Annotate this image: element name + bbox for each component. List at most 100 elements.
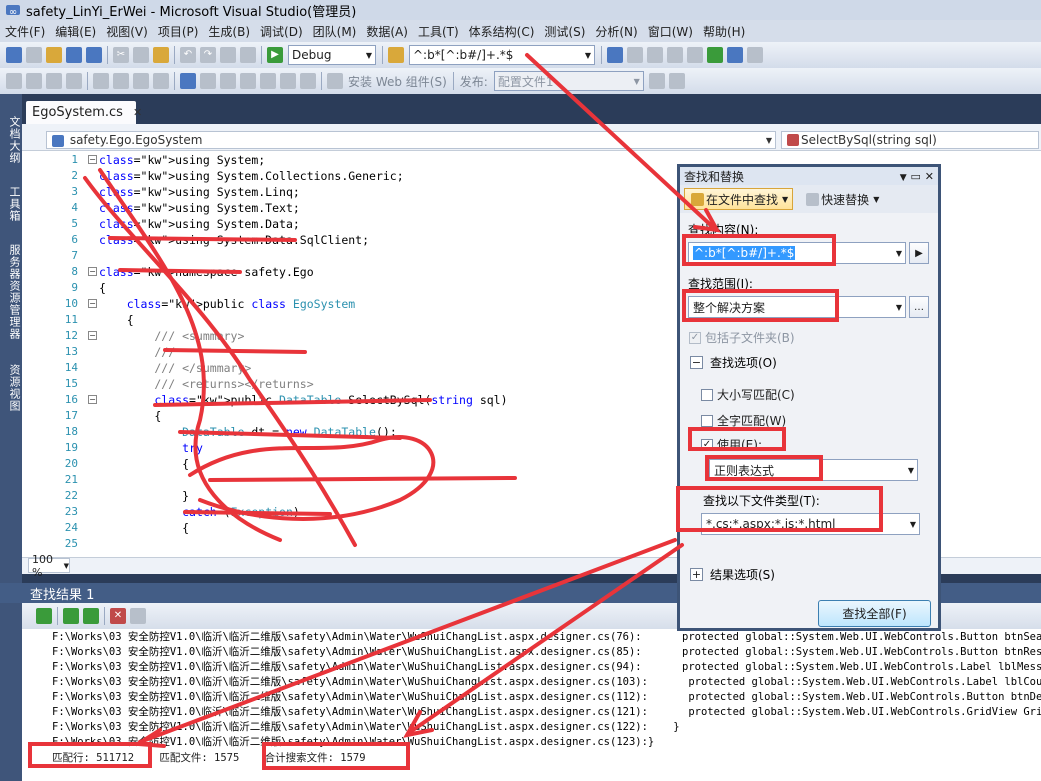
- fold-toggle[interactable]: −: [88, 299, 97, 308]
- outdent-icon[interactable]: [93, 73, 109, 89]
- save-icon[interactable]: [66, 47, 82, 63]
- find-in-files-icon[interactable]: [388, 47, 404, 63]
- use-checkbox[interactable]: ✓ 使用(E):: [701, 436, 762, 453]
- find-what-input[interactable]: ^:b*[^:b#/]+.*$ ▼: [688, 242, 906, 264]
- collapse-find-options-button[interactable]: −: [690, 356, 703, 369]
- use-type-select[interactable]: 正则表达式 ▼: [709, 459, 918, 481]
- copy-icon[interactable]: [133, 47, 149, 63]
- navigate-forward-icon[interactable]: [240, 47, 256, 63]
- format-icon[interactable]: [26, 73, 42, 89]
- tab-egosystem[interactable]: EgoSystem.cs ✕: [26, 101, 142, 124]
- result-line[interactable]: F:\Works\03 安全防控V1.0\临沂\临沂二维版\safety\Adm…: [52, 705, 648, 720]
- menu-file[interactable]: 文件(F): [0, 23, 50, 40]
- bookmark-clear-icon[interactable]: [240, 73, 256, 89]
- object-browser-icon[interactable]: [647, 47, 663, 63]
- bookmark-next-icon[interactable]: [220, 73, 236, 89]
- menu-debug[interactable]: 调试(D): [255, 23, 308, 40]
- find-all-button[interactable]: 查找全部(F): [818, 600, 931, 627]
- bookmark-prev-icon[interactable]: [200, 73, 216, 89]
- publish-icon[interactable]: [648, 73, 665, 89]
- start-debugging-icon[interactable]: ▶: [267, 47, 283, 63]
- menu-window[interactable]: 窗口(W): [643, 23, 698, 40]
- clear-all-icon[interactable]: ✕: [110, 608, 126, 624]
- menu-architecture[interactable]: 体系结构(C): [464, 23, 540, 40]
- tab-quick-replace[interactable]: 快速替换 ▼: [799, 188, 884, 210]
- browse-folders-button[interactable]: …: [909, 296, 929, 318]
- result-line[interactable]: F:\Works\03 安全防控V1.0\临沂\临沂二维版\safety\Adm…: [52, 675, 648, 690]
- menu-test[interactable]: 测试(S): [539, 23, 590, 40]
- result-line[interactable]: F:\Works\03 安全防控V1.0\临沂\临沂二维版\safety\Adm…: [52, 720, 680, 735]
- uncomment-icon[interactable]: [153, 73, 169, 89]
- paste-icon[interactable]: [153, 47, 169, 63]
- undo-icon[interactable]: ↶: [180, 47, 196, 63]
- menu-tools[interactable]: 工具(T): [413, 23, 464, 40]
- class-navigation-select[interactable]: safety.Ego.EgoSystem ▼: [46, 131, 776, 149]
- bookmark-icon[interactable]: [280, 73, 296, 89]
- format-icon[interactable]: [6, 73, 22, 89]
- next-result-icon[interactable]: [83, 608, 99, 624]
- goto-location-icon[interactable]: [36, 608, 52, 624]
- navigate-back-icon[interactable]: [220, 47, 236, 63]
- tab-find-in-files[interactable]: 在文件中查找 ▼: [684, 188, 794, 210]
- look-in-select[interactable]: 整个解决方案 ▼: [688, 296, 906, 318]
- previous-result-icon[interactable]: [63, 608, 79, 624]
- member-navigation-select[interactable]: SelectBySql(string sql): [781, 131, 1039, 149]
- fold-toggle[interactable]: −: [88, 395, 97, 404]
- menu-data[interactable]: 数据(A): [361, 23, 413, 40]
- save-all-icon[interactable]: [86, 47, 102, 63]
- add-item-icon[interactable]: [26, 47, 42, 63]
- toolbox-icon[interactable]: [667, 47, 683, 63]
- menu-help[interactable]: 帮助(H): [698, 23, 750, 40]
- menu-view[interactable]: 视图(V): [101, 23, 153, 40]
- redo-icon[interactable]: ↷: [200, 47, 216, 63]
- fold-toggle[interactable]: −: [88, 155, 97, 164]
- menu-analyze[interactable]: 分析(N): [590, 23, 642, 40]
- command-window-icon[interactable]: [747, 47, 763, 63]
- start-page-icon[interactable]: [707, 47, 723, 63]
- fold-toggle[interactable]: −: [88, 331, 97, 340]
- result-line[interactable]: F:\Works\03 安全防控V1.0\临沂\临沂二维版\safety\Adm…: [52, 660, 642, 675]
- fold-toggle[interactable]: −: [88, 267, 97, 276]
- expression-builder-button[interactable]: ▶: [909, 242, 929, 264]
- menu-team[interactable]: 团队(M): [308, 23, 362, 40]
- find-combo[interactable]: ^:b*[^:b#/]+.*$ ▼: [409, 45, 595, 65]
- properties-icon[interactable]: [627, 47, 643, 63]
- stop-search-icon[interactable]: [130, 608, 146, 624]
- bookmark-icon[interactable]: [180, 73, 196, 89]
- install-web-component-label[interactable]: 安装 Web 组件(S): [348, 73, 447, 90]
- document-outline-tab[interactable]: 文档大纲: [2, 116, 21, 164]
- result-line[interactable]: F:\Works\03 安全防控V1.0\临沂\临沂二维版\safety\Adm…: [52, 630, 642, 645]
- match-case-checkbox[interactable]: 大小写匹配(C): [701, 386, 795, 403]
- web-component-icon[interactable]: [327, 73, 343, 89]
- cut-icon[interactable]: ✂: [113, 47, 129, 63]
- server-explorer-tab[interactable]: 服务器资源管理器: [2, 244, 21, 340]
- bookmark-icon[interactable]: [260, 73, 276, 89]
- menu-edit[interactable]: 编辑(E): [50, 23, 101, 40]
- dropdown-icon[interactable]: ▼: [900, 173, 907, 183]
- indent-icon[interactable]: [113, 73, 129, 89]
- expand-result-options-button[interactable]: +: [690, 568, 703, 581]
- publish-settings-icon[interactable]: [668, 73, 685, 89]
- resource-view-tab[interactable]: 资源视图: [2, 364, 21, 412]
- extension-manager-icon[interactable]: [727, 47, 743, 63]
- include-subfolders-checkbox[interactable]: ✓ 包括子文件夹(B): [689, 329, 795, 346]
- file-types-input[interactable]: *.cs;*.aspx;*.js;*.html ▼: [701, 513, 920, 535]
- match-whole-word-checkbox[interactable]: 全字匹配(W): [701, 412, 786, 429]
- solution-explorer-icon[interactable]: [607, 47, 623, 63]
- tools-icon[interactable]: [687, 47, 703, 63]
- result-line[interactable]: F:\Works\03 安全防控V1.0\临沂\临沂二维版\safety\Adm…: [52, 645, 642, 660]
- menu-project[interactable]: 项目(P): [153, 23, 204, 40]
- menu-build[interactable]: 生成(B): [203, 23, 255, 40]
- new-project-icon[interactable]: [6, 47, 22, 63]
- close-icon[interactable]: ✕: [925, 170, 934, 183]
- publish-profile-select[interactable]: 配置文件1 ▼: [493, 71, 644, 91]
- result-line[interactable]: F:\Works\03 安全防控V1.0\临沂\临沂二维版\safety\Adm…: [52, 690, 648, 705]
- restore-icon[interactable]: ▭: [911, 170, 921, 183]
- format-icon[interactable]: [46, 73, 62, 89]
- open-file-icon[interactable]: [46, 47, 62, 63]
- bookmark-icon[interactable]: [300, 73, 316, 89]
- toolbox-tab[interactable]: 工具箱: [2, 186, 21, 222]
- solution-configuration-select[interactable]: Debug ▼: [288, 45, 376, 65]
- result-line[interactable]: F:\Works\03 安全防控V1.0\临沂\临沂二维版\safety\Adm…: [52, 735, 654, 750]
- close-icon[interactable]: ✕: [133, 106, 142, 119]
